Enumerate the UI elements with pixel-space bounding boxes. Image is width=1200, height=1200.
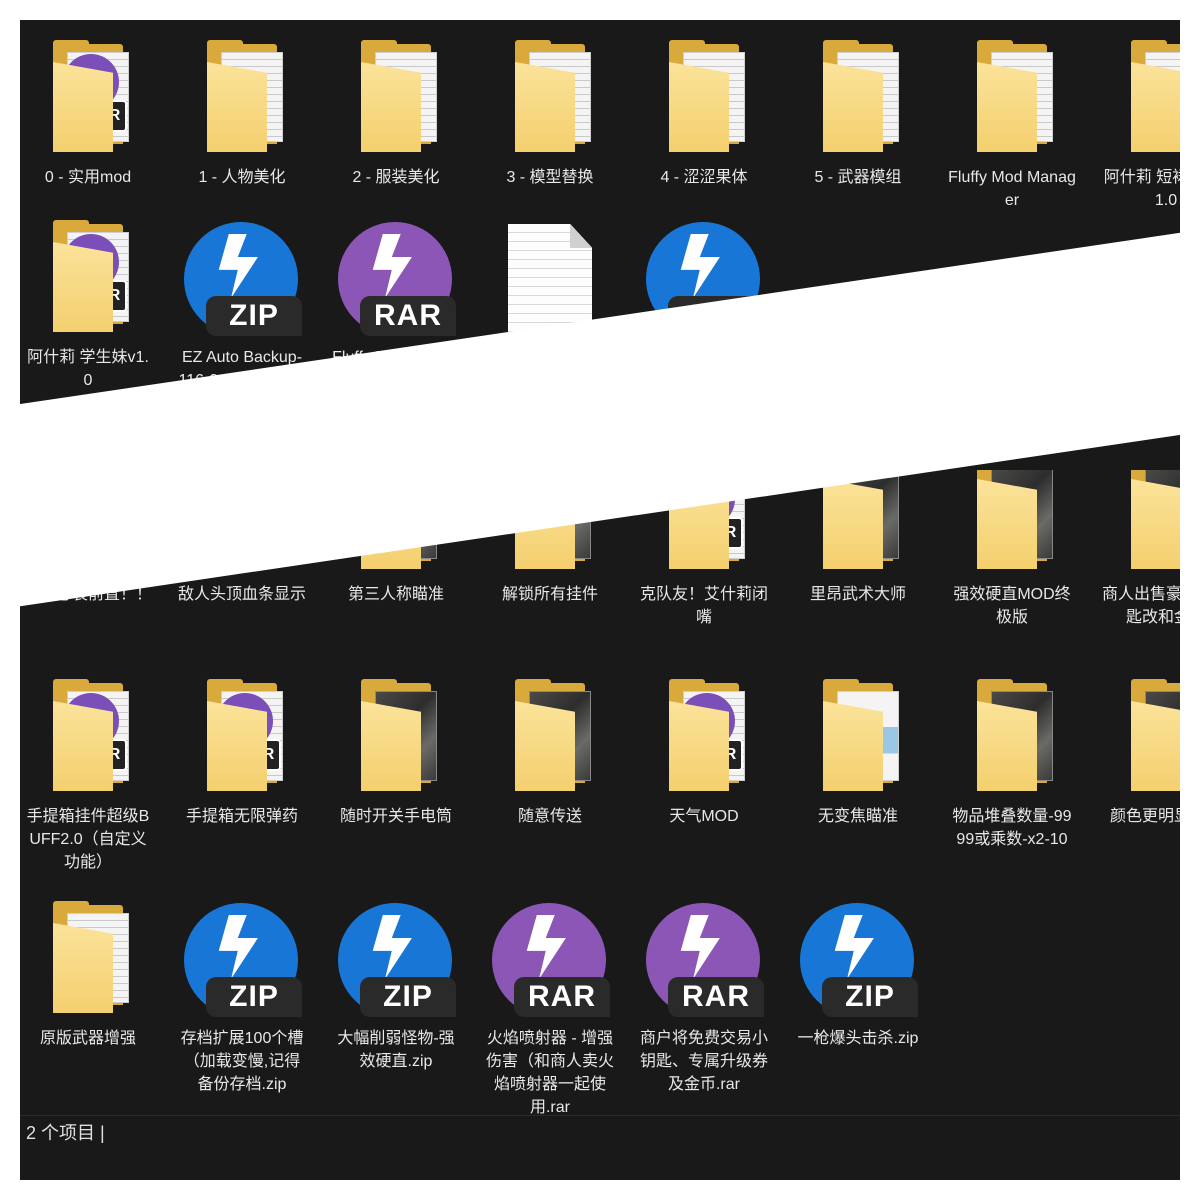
folder-item[interactable]: Fluffy Mod Manager [944, 38, 1080, 212]
folder-icon [1131, 40, 1180, 152]
item-label: 阿什莉 短裙校服v1.0 [1103, 169, 1180, 209]
folder-icon [823, 40, 907, 152]
folder-icon [669, 40, 753, 152]
item-count: 2 个项目 | [26, 1123, 105, 1143]
folder-item[interactable]: 颜色更明显兽夹 [1098, 677, 1180, 828]
file-item[interactable]: RAR 商户将免费交易小钥匙、专属升级券及金币.rar [636, 899, 772, 1096]
item-label: 阿什莉 学生妹v1.0 [27, 349, 149, 389]
folder-icon [977, 679, 1061, 791]
item-label: 5 - 武器模组 [814, 169, 902, 186]
item-label: 颜色更明显兽夹 [1109, 808, 1180, 825]
folder-icon [53, 901, 137, 1013]
item-label: 存档扩展100个槽（加载变慢,记得备份存档.zip [180, 1030, 304, 1093]
item-label: 火焰喷射器 - 增强伤害（和商人卖火焰喷射器一起使用.rar [486, 1030, 615, 1116]
folder-icon [207, 40, 291, 152]
item-label: 随时开关手电筒 [339, 808, 452, 825]
file-item[interactable]: RAR 火焰喷射器 - 增强伤害（和商人卖火焰喷射器一起使用.rar [482, 899, 618, 1119]
folder-item[interactable]: RAR 阿什莉 学生妹v1.0 [20, 218, 156, 392]
item-label: 物品堆叠数量-9999或乘数-x2-10 [952, 808, 1072, 848]
item-label: 手提箱无限弹药 [185, 808, 298, 825]
item-label: 原版武器增强 [39, 1030, 136, 1047]
folder-item[interactable]: 随时开关手电筒 [328, 677, 464, 828]
item-label: 4 - 涩涩果体 [660, 169, 748, 186]
rar-archive-icon: RAR [488, 901, 612, 1017]
folder-item[interactable]: 强效硬直MOD终极版 [944, 470, 1080, 629]
item-label: 商户将免费交易小钥匙、专属升级券及金币.rar [640, 1030, 769, 1093]
folder-icon [1131, 679, 1180, 791]
folder-item[interactable]: 无变焦瞄准 [790, 677, 926, 828]
folder-icon [515, 679, 599, 791]
folder-icon [977, 470, 1061, 569]
folder-icon [515, 40, 599, 152]
folder-item[interactable]: 阿什莉 短裙校服v1.0 [1098, 38, 1180, 212]
item-label: 解锁所有挂件 [501, 586, 598, 603]
folder-item[interactable]: RAR 天气MOD [636, 677, 772, 828]
item-label: 3 - 模型替换 [506, 169, 594, 186]
folder-icon: RAR [53, 40, 137, 152]
item-label: 无变焦瞄准 [817, 808, 898, 825]
item-label: 手提箱挂件超级BUFF2.0（自定义功能） [26, 808, 150, 871]
zip-archive-icon: ZIP [180, 220, 304, 336]
folder-icon [361, 40, 445, 152]
folder-icon: RAR [669, 679, 753, 791]
item-label: 强效硬直MOD终极版 [953, 586, 1071, 626]
item-label: 第三人称瞄准 [347, 586, 444, 603]
folder-icon: RAR [53, 220, 137, 332]
folder-item[interactable]: 里昂武术大师 [790, 470, 926, 606]
status-bar: 2 个项目 | [20, 1115, 1180, 1151]
folder-icon [823, 679, 907, 791]
item-label: 2 - 服装美化 [352, 169, 440, 186]
item-label: 天气MOD [669, 808, 739, 825]
folder-icon: RAR [53, 679, 137, 791]
folder-item[interactable]: 4 - 涩涩果体 [636, 38, 772, 189]
item-label: 1 - 人物美化 [198, 169, 286, 186]
folder-item[interactable]: 5 - 武器模组 [790, 38, 926, 189]
folder-icon [1131, 470, 1180, 569]
item-label: 一枪爆头击杀.zip [797, 1030, 919, 1047]
folder-item[interactable]: 商人出售豪的小钥匙改和金币 [1098, 470, 1180, 629]
zip-archive-icon: ZIP [334, 901, 458, 1017]
folder-item[interactable]: 随意传送 [482, 677, 618, 828]
item-label: Fluffy Mod Manager [948, 169, 1076, 209]
folder-item[interactable]: 1 - 人物美化 [174, 38, 310, 189]
rar-archive-icon: RAR [642, 901, 766, 1017]
file-item[interactable]: ZIP 存档扩展100个槽（加载变慢,记得备份存档.zip [174, 899, 310, 1096]
folder-item[interactable]: RAR 手提箱挂件超级BUFF2.0（自定义功能） [20, 677, 156, 874]
folder-item[interactable]: 物品堆叠数量-9999或乘数-x2-10 [944, 677, 1080, 851]
folder-icon: RAR [207, 679, 291, 791]
folder-icon [361, 679, 445, 791]
zip-archive-icon: ZIP [180, 901, 304, 1017]
item-label: 里昂武术大师 [809, 586, 906, 603]
folder-item[interactable]: RAR 0 - 实用mod [20, 38, 156, 189]
folder-item[interactable]: 2 - 服装美化 [328, 38, 464, 189]
item-label: 商人出售豪的小钥匙改和金币 [1102, 586, 1180, 626]
folder-item[interactable]: 3 - 模型替换 [482, 38, 618, 189]
item-label: 克队友！艾什莉闭嘴 [640, 586, 769, 626]
folder-item[interactable]: 原版武器增强 [20, 899, 156, 1050]
item-label: 随意传送 [517, 808, 582, 825]
text-file-icon [508, 224, 592, 332]
item-label: 0 - 实用mod [44, 169, 132, 186]
file-item[interactable]: ZIP 一枪爆头击杀.zip [790, 899, 926, 1050]
item-label: 敌人头顶血条显示 [178, 586, 307, 603]
zip-archive-icon: ZIP [796, 901, 920, 1017]
folder-item[interactable]: RAR 手提箱无限弹药 [174, 677, 310, 828]
item-label: 大幅削弱怪物-强效硬直.zip [337, 1030, 455, 1070]
rar-archive-icon: RAR [334, 220, 458, 336]
folder-icon [977, 40, 1061, 152]
file-item[interactable]: ZIP 大幅削弱怪物-强效硬直.zip [328, 899, 464, 1073]
